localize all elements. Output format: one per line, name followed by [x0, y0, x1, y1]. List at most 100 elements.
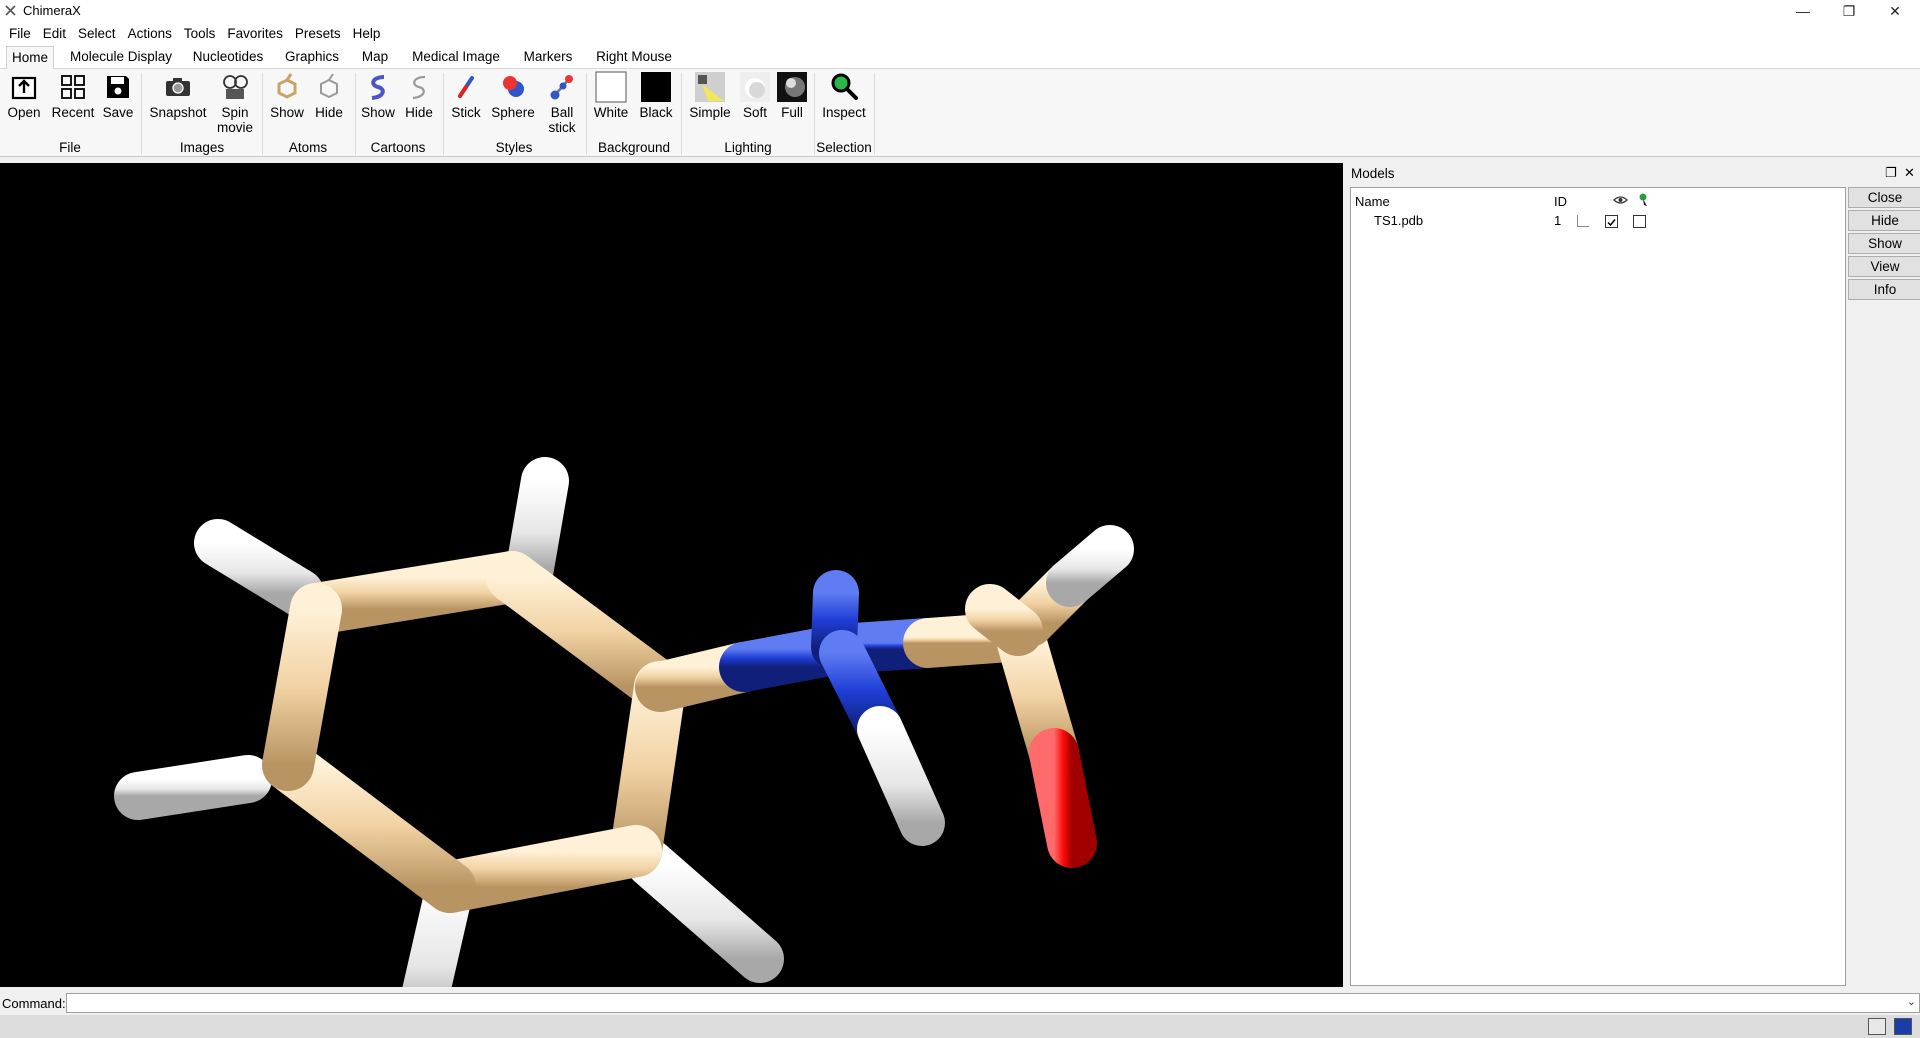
group-label-file: File — [59, 140, 81, 155]
recent-button[interactable]: Recent — [52, 71, 94, 120]
tab-molecule-display[interactable]: Molecule Display — [64, 46, 178, 69]
menu-tools[interactable]: Tools — [178, 26, 222, 41]
viewport-layout-icon[interactable] — [1868, 1018, 1886, 1035]
models-title: Models — [1351, 166, 1395, 181]
stick-icon — [458, 76, 474, 98]
group-separator — [355, 73, 356, 155]
snapshot-label: Snapshot — [149, 105, 207, 120]
atoms-show-button[interactable]: Show — [268, 71, 306, 120]
float-panel-icon[interactable]: ❐ — [1885, 165, 1897, 181]
title-bar: ChimeraX — ❐ ✕ — [0, 0, 1920, 22]
models-show-button[interactable]: Show — [1848, 233, 1920, 254]
models-view-button[interactable]: View — [1848, 256, 1920, 277]
group-label-images: Images — [179, 140, 225, 155]
group-label-selection: Selection — [816, 140, 872, 155]
save-button[interactable]: Save — [102, 71, 134, 120]
open-button[interactable]: Open — [6, 71, 42, 120]
black-label: Black — [639, 105, 673, 120]
spin-movie-button[interactable]: Spin movie — [216, 71, 254, 135]
command-history-dropdown-icon[interactable]: ⌄ — [1907, 995, 1916, 1008]
ribbon-toolbar: Open Recent Save File Snapshot Spin movi… — [0, 69, 1920, 157]
ball-stick-button[interactable]: Ball stick — [544, 71, 580, 135]
sphere-button[interactable]: Sphere — [489, 71, 537, 120]
model-name: TS1.pdb — [1374, 213, 1424, 228]
inspect-button[interactable]: Inspect — [820, 71, 868, 120]
models-header: Models ❐ ✕ — [1347, 164, 1920, 184]
menu-presets[interactable]: Presets — [289, 26, 347, 41]
background-white-button[interactable]: White — [592, 71, 630, 120]
tab-nucleotides[interactable]: Nucleotides — [186, 46, 270, 69]
atoms-hide-button[interactable]: Hide — [311, 71, 347, 120]
models-table[interactable]: Name ID TS1.pdb 1 — [1350, 187, 1846, 986]
bond-c — [290, 551, 538, 635]
app-icon — [5, 5, 16, 16]
save-label: Save — [102, 105, 134, 120]
ball-label-line1: Ball — [550, 105, 574, 120]
black-swatch-icon — [641, 72, 671, 102]
open-label: Open — [7, 105, 41, 120]
group-separator — [262, 73, 263, 155]
sphere-label: Sphere — [491, 105, 535, 120]
group-label-atoms: Atoms — [288, 140, 328, 155]
atoms-show-icon — [277, 73, 297, 99]
stick-label: Stick — [451, 105, 481, 120]
tab-map[interactable]: Map — [354, 46, 396, 69]
sphere-icon — [503, 76, 524, 97]
stick-button[interactable]: Stick — [449, 71, 483, 120]
tab-markers[interactable]: Markers — [516, 46, 580, 69]
models-hide-button[interactable]: Hide — [1848, 210, 1920, 231]
lighting-full-button[interactable]: Full — [776, 71, 808, 120]
background-black-button[interactable]: Black — [637, 71, 675, 120]
atoms-hide-label: Hide — [315, 105, 343, 120]
ribbon-tabs: Home Molecule Display Nucleotides Graphi… — [0, 45, 1920, 69]
model-shown-checkbox[interactable] — [1605, 215, 1618, 228]
graphics-viewport[interactable] — [0, 163, 1343, 1038]
model-row[interactable]: TS1.pdb 1 — [1351, 213, 1845, 231]
molecule-view[interactable] — [0, 163, 1343, 1038]
close-icon: ✕ — [1889, 2, 1901, 19]
model-id: 1 — [1554, 213, 1562, 228]
tab-medical-image[interactable]: Medical Image — [404, 46, 508, 69]
ball-stick-icon — [550, 75, 573, 100]
close-button[interactable]: ✕ — [1872, 0, 1918, 22]
column-header-id[interactable]: ID — [1554, 194, 1567, 209]
graphics-redraw-icon[interactable] — [1894, 1018, 1912, 1035]
tab-graphics[interactable]: Graphics — [278, 46, 346, 69]
full-light-icon — [777, 72, 807, 102]
bond-h — [114, 755, 272, 820]
menu-file[interactable]: File — [3, 26, 37, 41]
menu-edit[interactable]: Edit — [37, 26, 72, 41]
spin-label-line1: Spin — [221, 105, 249, 120]
tab-right-mouse[interactable]: Right Mouse — [588, 46, 680, 69]
menu-actions[interactable]: Actions — [122, 26, 178, 41]
lighting-soft-button[interactable]: Soft — [738, 71, 772, 120]
save-icon — [107, 76, 129, 98]
cartoons-show-button[interactable]: Show — [359, 71, 397, 120]
command-input[interactable] — [66, 993, 1920, 1013]
simple-light-icon — [695, 72, 725, 102]
cartoons-hide-button[interactable]: Hide — [401, 71, 437, 120]
minimize-icon: — — [1796, 3, 1810, 19]
tab-home[interactable]: Home — [6, 46, 54, 69]
open-icon — [11, 76, 37, 100]
window-title: ChimeraX — [23, 3, 81, 18]
lighting-simple-button[interactable]: Simple — [688, 71, 732, 120]
camera-icon — [166, 78, 190, 96]
restore-button[interactable]: ❐ — [1826, 0, 1872, 22]
models-info-button[interactable]: Info — [1848, 279, 1920, 300]
command-bar: Command: ⌄ — [0, 993, 1920, 1014]
model-select-checkbox[interactable] — [1633, 215, 1646, 228]
model-color-swatch[interactable] — [1577, 215, 1589, 227]
menu-select[interactable]: Select — [72, 26, 122, 41]
menu-help[interactable]: Help — [347, 26, 387, 41]
group-separator — [443, 73, 444, 155]
snapshot-button[interactable]: Snapshot — [148, 71, 208, 120]
models-close-button[interactable]: Close — [1848, 187, 1920, 208]
menu-favorites[interactable]: Favorites — [221, 26, 289, 41]
close-panel-icon[interactable]: ✕ — [1904, 165, 1915, 181]
minimize-button[interactable]: — — [1780, 0, 1826, 22]
group-label-lighting: Lighting — [724, 140, 772, 155]
status-bar — [0, 1015, 1920, 1038]
column-header-name[interactable]: Name — [1355, 194, 1390, 209]
simple-label: Simple — [689, 105, 731, 120]
